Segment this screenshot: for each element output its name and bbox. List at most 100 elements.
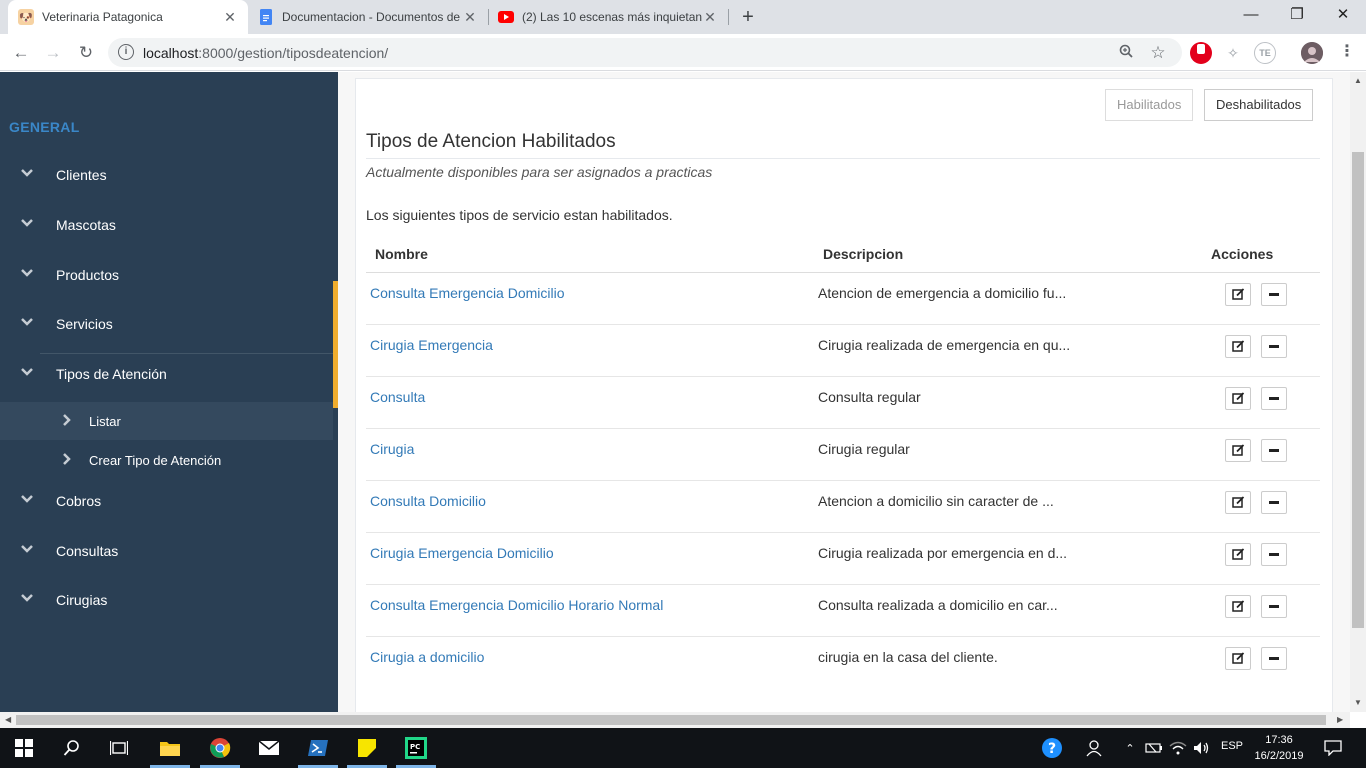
- url-text[interactable]: localhost:8000/gestion/tiposdeatencion/: [143, 45, 388, 61]
- notifications-icon[interactable]: [1321, 736, 1345, 760]
- browser-menu-icon[interactable]: ⋮: [1336, 42, 1358, 64]
- pycharm-icon[interactable]: PC: [404, 736, 428, 760]
- system-clock[interactable]: 17:36 16/2/2019: [1254, 732, 1304, 764]
- tipo-name-link[interactable]: Cirugia Emergencia Domicilio: [370, 545, 554, 561]
- disable-button[interactable]: [1261, 595, 1287, 618]
- volume-icon[interactable]: [1190, 736, 1214, 760]
- tipo-name-link[interactable]: Cirugia Emergencia: [370, 337, 493, 353]
- chevron-down-icon: [20, 544, 34, 558]
- close-window-icon[interactable]: ✕: [1320, 0, 1366, 30]
- vertical-scrollbar[interactable]: ▲ ▼: [1350, 72, 1366, 712]
- adblock-extension-icon[interactable]: [1190, 42, 1212, 64]
- edit-button[interactable]: [1225, 387, 1251, 410]
- scroll-down-icon[interactable]: ▼: [1354, 698, 1362, 707]
- address-bar[interactable]: i localhost:8000/gestion/tiposdeatencion…: [108, 38, 1182, 67]
- search-icon[interactable]: [60, 736, 84, 760]
- mail-icon[interactable]: [257, 736, 281, 760]
- tipo-description: Cirugia regular: [818, 441, 910, 457]
- sidebar-item-tipos-de-atencion[interactable]: Tipos de Atención: [21, 353, 338, 393]
- sidebar-item-productos[interactable]: Productos: [0, 255, 338, 295]
- disable-button[interactable]: [1261, 335, 1287, 358]
- disable-button[interactable]: [1261, 647, 1287, 670]
- edit-icon: [1231, 496, 1244, 508]
- new-tab-button[interactable]: +: [736, 5, 760, 29]
- profile-avatar[interactable]: [1301, 42, 1323, 64]
- sidebar-item-clientes[interactable]: Clientes: [0, 155, 338, 195]
- edit-button[interactable]: [1225, 543, 1251, 566]
- tipo-name-link[interactable]: Cirugia: [370, 441, 414, 457]
- battery-icon[interactable]: [1142, 736, 1166, 760]
- tipo-name-link[interactable]: Consulta Emergencia Domicilio Horario No…: [370, 597, 663, 613]
- disable-button[interactable]: [1261, 283, 1287, 306]
- te-extension-icon[interactable]: TE: [1254, 42, 1276, 64]
- close-tab-icon[interactable]: ✕: [702, 9, 718, 26]
- file-explorer-icon[interactable]: [158, 736, 182, 760]
- clock-time: 17:36: [1265, 734, 1293, 746]
- sidebar-item-cobros[interactable]: Cobros: [0, 481, 338, 521]
- sidebar-subitem-listar[interactable]: Listar: [0, 402, 333, 440]
- task-view-icon[interactable]: [107, 736, 131, 760]
- tipo-name-link[interactable]: Consulta: [370, 389, 425, 405]
- table-row: Consulta Emergencia Domicilio Atencion de…: [366, 273, 1320, 325]
- sidebar-item-mascotas[interactable]: Mascotas: [0, 205, 338, 245]
- tipo-name-link[interactable]: Consulta Emergencia Domicilio: [370, 285, 565, 301]
- tab-separator: [728, 9, 729, 25]
- scroll-right-icon[interactable]: ▶: [1337, 715, 1343, 724]
- scroll-up-icon[interactable]: ▲: [1354, 76, 1362, 85]
- chevron-up-icon[interactable]: ⌃: [1118, 736, 1142, 760]
- intro-text: Los siguientes tipos de servicio estan h…: [366, 207, 673, 223]
- edit-button[interactable]: [1225, 439, 1251, 462]
- disable-button[interactable]: [1261, 543, 1287, 566]
- minus-icon: [1269, 501, 1279, 504]
- disable-button[interactable]: [1261, 387, 1287, 410]
- scroll-left-icon[interactable]: ◀: [5, 715, 11, 724]
- sidebar-section-title: GENERAL: [9, 119, 80, 135]
- sidebar-subitem-crear-tipo[interactable]: Crear Tipo de Atención: [0, 441, 333, 479]
- help-icon[interactable]: ?: [1040, 736, 1064, 760]
- horizontal-scroll-thumb[interactable]: [16, 715, 1326, 725]
- back-icon[interactable]: ←: [8, 40, 34, 66]
- tab-documentacion[interactable]: Documentacion - Documentos de ✕: [248, 0, 488, 34]
- habilitados-button[interactable]: Habilitados: [1105, 89, 1194, 121]
- wifi-icon[interactable]: [1166, 736, 1190, 760]
- people-icon[interactable]: [1082, 736, 1106, 760]
- close-tab-icon[interactable]: ✕: [462, 9, 478, 26]
- minimize-icon[interactable]: —: [1228, 0, 1274, 30]
- disable-button[interactable]: [1261, 439, 1287, 462]
- sticky-notes-icon[interactable]: [355, 736, 379, 760]
- bookmark-star-icon[interactable]: ☆: [1149, 44, 1167, 62]
- tipo-name-link[interactable]: Consulta Domicilio: [370, 493, 486, 509]
- forward-icon[interactable]: →: [40, 40, 66, 66]
- close-tab-icon[interactable]: ✕: [222, 9, 238, 26]
- zoom-icon[interactable]: [1117, 44, 1135, 62]
- sidebar-item-label: Mascotas: [56, 217, 116, 233]
- input-language[interactable]: ESP: [1221, 740, 1243, 752]
- vertical-scroll-thumb[interactable]: [1352, 152, 1364, 628]
- chrome-icon[interactable]: [208, 736, 232, 760]
- tipo-name-link[interactable]: Cirugia a domicilio: [370, 649, 484, 665]
- windows-start-icon[interactable]: [12, 736, 36, 760]
- reload-icon[interactable]: ↻: [73, 40, 99, 66]
- chevron-down-icon: [20, 317, 34, 331]
- sidebar-item-consultas[interactable]: Consultas: [0, 531, 338, 571]
- edit-button[interactable]: [1225, 491, 1251, 514]
- horizontal-scrollbar[interactable]: ◀ ▶: [0, 712, 1350, 728]
- tipo-description: cirugia en la casa del cliente.: [818, 649, 998, 665]
- disable-button[interactable]: [1261, 491, 1287, 514]
- maximize-icon[interactable]: ❐: [1274, 0, 1320, 30]
- edit-button[interactable]: [1225, 335, 1251, 358]
- puzzle-extension-icon[interactable]: ✧: [1222, 42, 1244, 64]
- chevron-down-icon: [20, 593, 34, 607]
- site-info-icon[interactable]: i: [118, 44, 134, 60]
- tab-veterinaria[interactable]: 🐶 Veterinaria Patagonica ✕: [8, 0, 248, 34]
- powershell-icon[interactable]: [306, 736, 330, 760]
- tab-youtube[interactable]: (2) Las 10 escenas más inquietant ✕: [488, 0, 728, 34]
- deshabilitados-button[interactable]: Deshabilitados: [1204, 89, 1314, 121]
- sidebar-item-cirugias[interactable]: Cirugias: [0, 580, 338, 620]
- edit-button[interactable]: [1225, 283, 1251, 306]
- edit-icon: [1231, 340, 1244, 352]
- edit-button[interactable]: [1225, 647, 1251, 670]
- sidebar-item-servicios[interactable]: Servicios: [0, 304, 338, 344]
- edit-button[interactable]: [1225, 595, 1251, 618]
- minus-icon: [1269, 605, 1279, 608]
